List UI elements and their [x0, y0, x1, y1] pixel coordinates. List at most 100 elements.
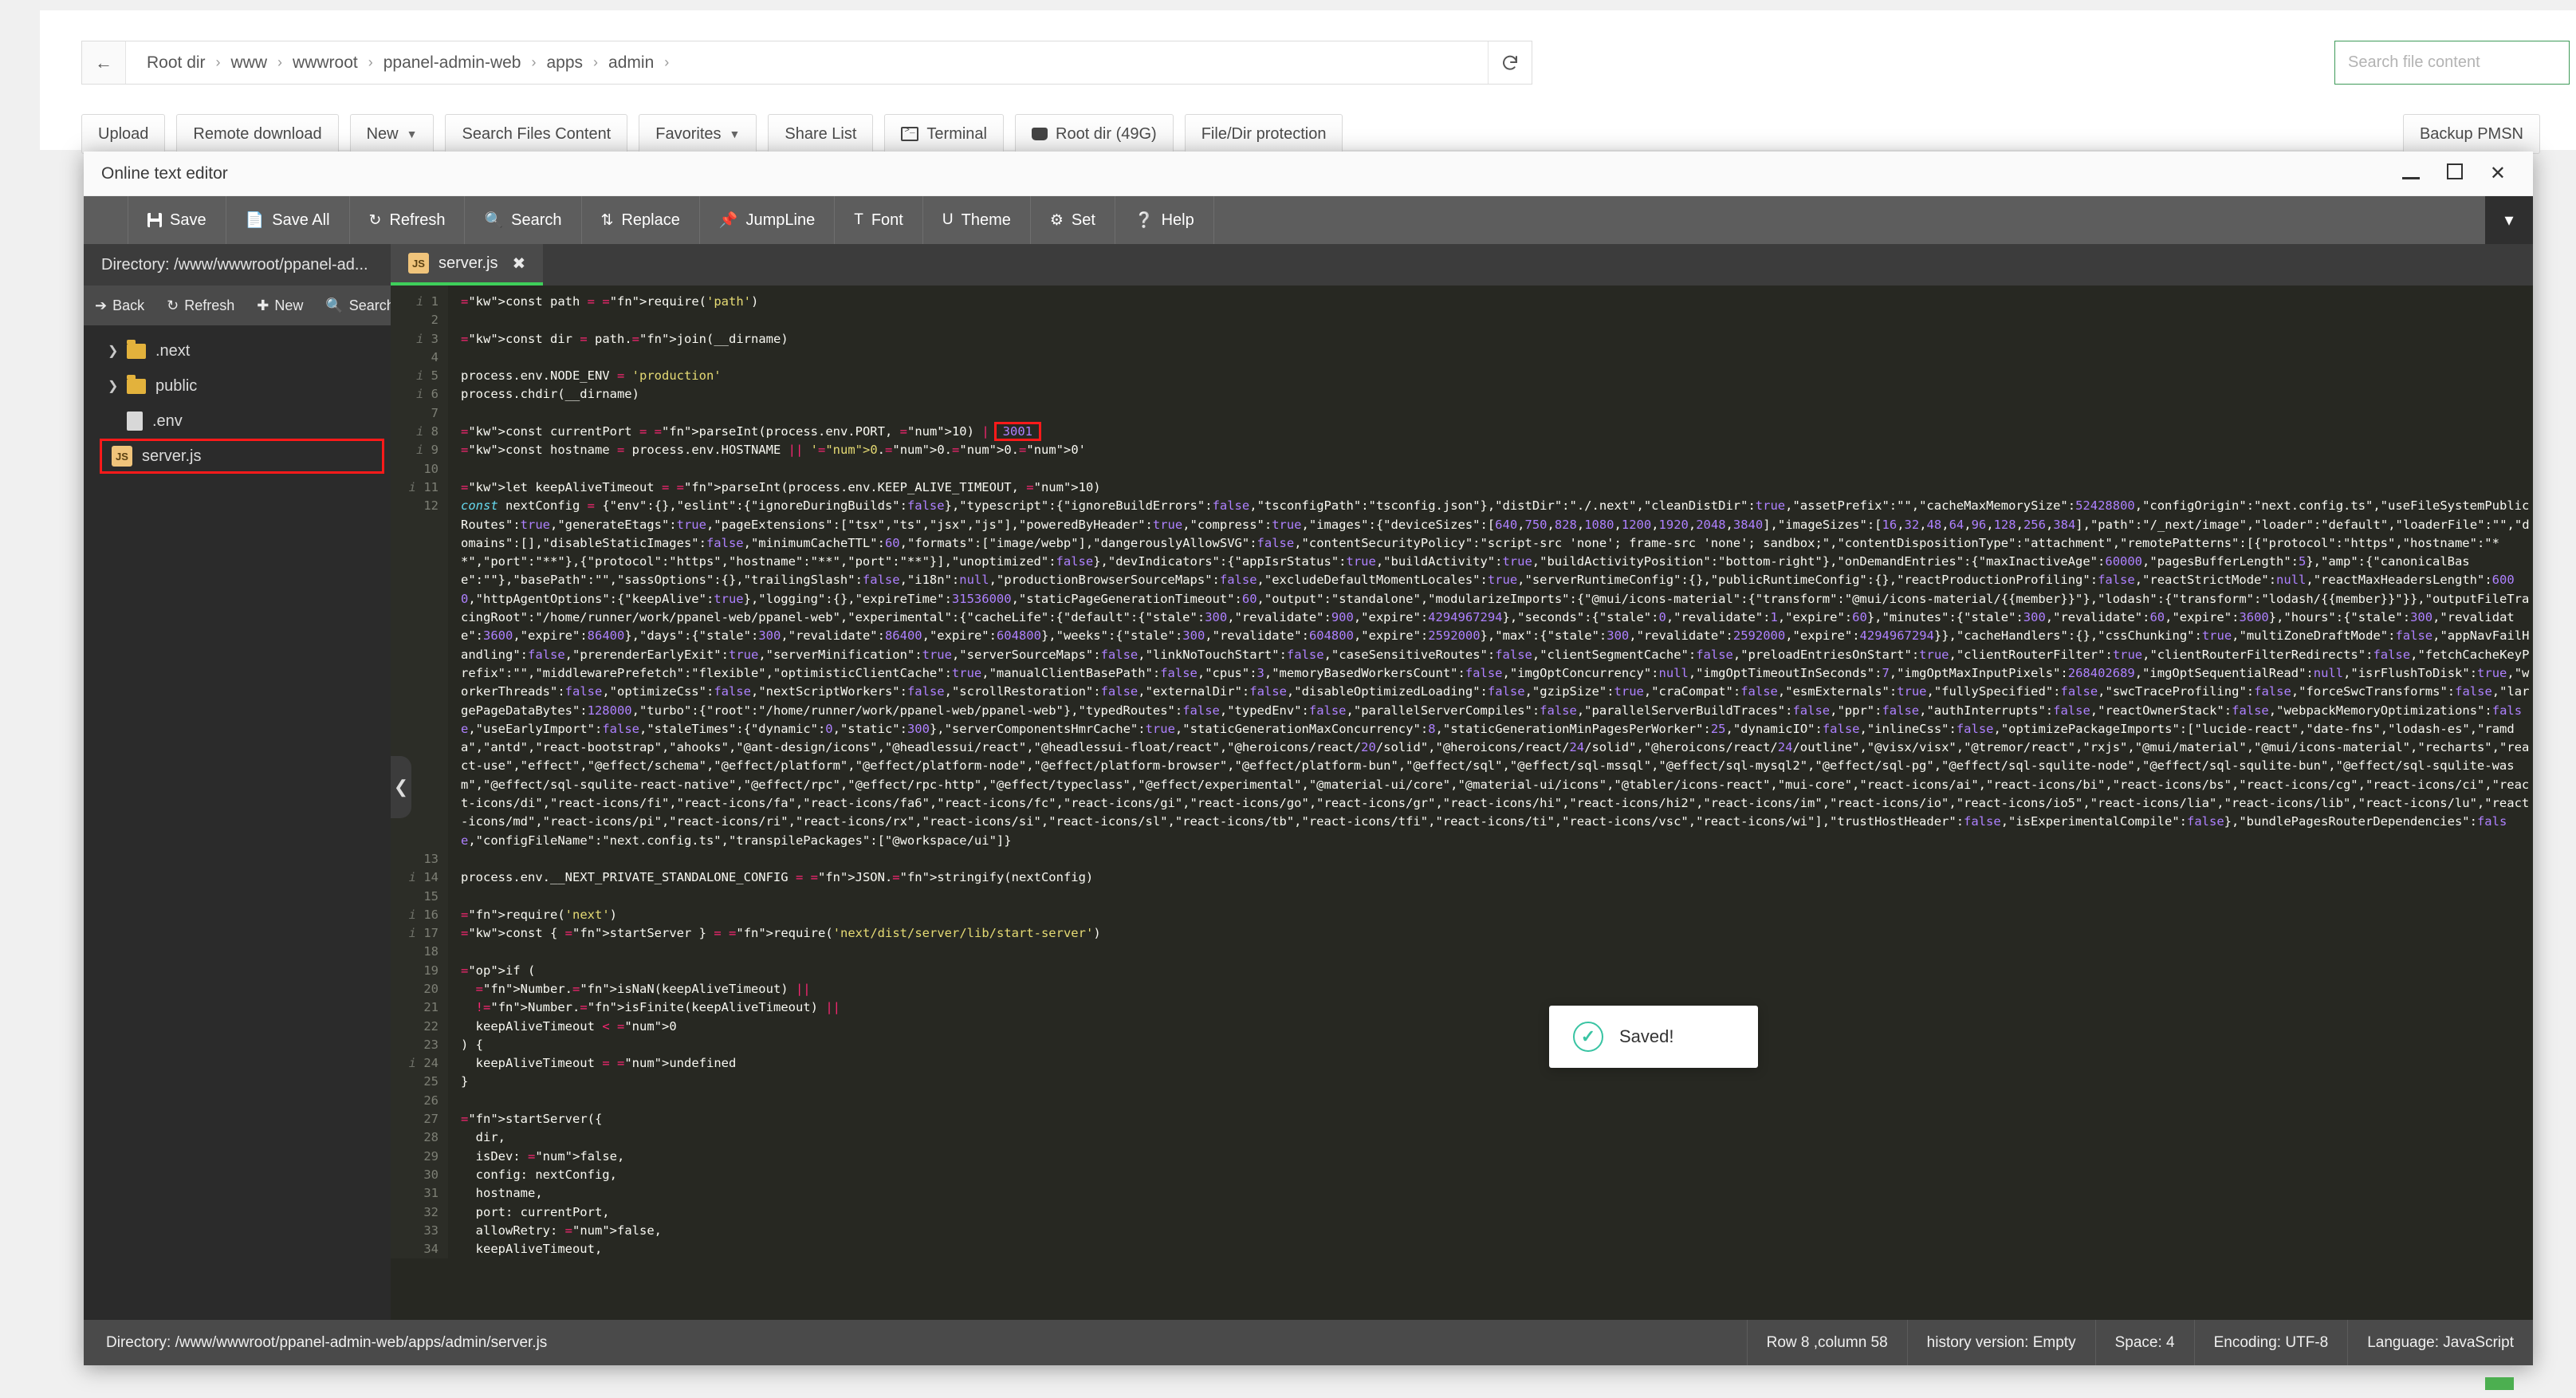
breadcrumb-segment-www[interactable]: www [226, 53, 273, 73]
folder-icon [127, 339, 146, 359]
editor-file-sidebar: Directory: /www/wwwroot/ppanel-ad... ➔ Ba… [84, 244, 395, 1320]
sidebar-back-button[interactable]: ➔ Back [84, 297, 155, 314]
search-file-content-input[interactable]: Search file content [2334, 41, 2570, 85]
editor-body: Directory: /www/wwwroot/ppanel-ad... ➔ Ba… [84, 244, 2533, 1320]
backup-pmsn-button[interactable]: Backup PMSN [2402, 114, 2540, 154]
magnifier-icon: 🔍 [325, 297, 344, 313]
terminal-button[interactable]: Terminal [884, 114, 1004, 154]
file-dir-protection-button[interactable]: File/Dir protection [1184, 114, 1343, 154]
new-button[interactable]: New ▼ [349, 114, 435, 154]
chevron-right-icon: › [664, 54, 670, 70]
search-files-content-button[interactable]: Search Files Content [445, 114, 628, 154]
chevron-right-icon[interactable]: ❯ [108, 343, 118, 359]
refresh-icon: ↻ [368, 211, 382, 229]
share-list-button[interactable]: Share List [768, 114, 874, 154]
root-dir-label: Root dir (49G) [1056, 124, 1157, 143]
editor-replace-button[interactable]: ⇅ Replace [582, 196, 700, 244]
chevron-right-icon: › [531, 54, 537, 70]
top-panel: ← Root dir › www › wwwroot › ppanel-admi… [40, 10, 2576, 154]
editor-status-bar: Directory: /www/wwwroot/ppanel-admin-web… [84, 1320, 2533, 1365]
file-dir-protection-label: File/Dir protection [1201, 124, 1327, 143]
breadcrumb-segment-admin[interactable]: admin [604, 53, 659, 73]
favorites-label: Favorites [655, 124, 722, 143]
breadcrumb-segment-ppanel-admin-web[interactable]: ppanel-admin-web [379, 53, 526, 73]
port-highlight: 3001 [993, 422, 1041, 442]
sidebar-new-button[interactable]: ✚ New [246, 297, 314, 314]
js-file-icon: JS [112, 446, 132, 467]
remote-download-button[interactable]: Remote download [176, 114, 339, 154]
backup-pmsn-label: Backup PMSN [2419, 124, 2523, 143]
terminal-icon [901, 126, 919, 141]
search-placeholder: Search file content [2348, 53, 2480, 71]
favorites-button[interactable]: Favorites ▼ [639, 114, 757, 154]
js-file-icon: JS [408, 253, 429, 274]
root-dir-button[interactable]: Root dir (49G) [1015, 114, 1174, 154]
close-icon[interactable]: ✕ [2490, 163, 2506, 183]
file-tree-item-env[interactable]: .env [84, 404, 391, 439]
editor-font-button[interactable]: T Font [835, 196, 923, 244]
editor-set-button[interactable]: ⚙ Set [1031, 196, 1115, 244]
editor-help-label: Help [1161, 211, 1194, 229]
chevron-right-icon[interactable]: ❯ [108, 378, 118, 394]
replace-icon: ⇅ [600, 211, 614, 229]
file-tree-item-label: .next [155, 341, 191, 360]
file-tree-item-public[interactable]: ❯ public [84, 368, 391, 404]
online-text-editor-dialog: Online text editor ✕ Save 📄 Save All ↻ Ref… [84, 152, 2533, 1365]
editor-menubar: Save 📄 Save All ↻ Refresh 🔍 Search ⇅ Replace… [84, 196, 2533, 244]
code-editor[interactable]: ❮ i 12i 34i 5i 67i 8i 9 10 i 11 12 13 i 14 15… [391, 286, 2533, 1320]
file-tree-item-label: server.js [142, 447, 202, 465]
search-files-content-label: Search Files Content [462, 124, 612, 143]
close-icon[interactable]: ✖ [512, 254, 525, 274]
dialog-titlebar: Online text editor ✕ [84, 152, 2533, 196]
editor-search-button[interactable]: 🔍 Search [465, 196, 582, 244]
remote-download-label: Remote download [193, 124, 322, 143]
file-manager-page: ← Root dir › www › wwwroot › ppanel-admi… [0, 0, 2576, 1398]
breadcrumb-segment-wwwroot[interactable]: wwwroot [288, 53, 363, 73]
editor-save-all-button[interactable]: 📄 Save All [226, 196, 350, 244]
minimize-icon[interactable] [2401, 164, 2420, 183]
editor-theme-button[interactable]: U Theme [923, 196, 1031, 244]
check-circle-icon: ✓ [1573, 1022, 1603, 1052]
file-tree-item-label: public [155, 376, 198, 395]
editor-refresh-label: Refresh [389, 211, 446, 229]
maximize-icon[interactable] [2446, 163, 2463, 183]
status-items: Row 8 ,column 58 history version: Empty … [1746, 1320, 2533, 1365]
editor-jumpline-button[interactable]: 📌 JumpLine [700, 196, 836, 244]
toast-message: Saved! [1619, 1026, 1674, 1046]
editor-save-label: Save [170, 211, 206, 229]
dialog-title: Online text editor [101, 163, 228, 183]
code-text[interactable]: ="kw">const path = ="fn">require('path')… [448, 286, 2533, 1258]
magnifier-icon: 🔍 [484, 212, 504, 229]
chevron-right-icon: › [277, 54, 283, 70]
back-arrow-icon[interactable]: ← [82, 41, 126, 84]
sidebar-refresh-button[interactable]: ↻ Refresh [155, 297, 246, 314]
tab-server-js[interactable]: JS server.js ✖ [391, 244, 544, 286]
sidebar-search-label: Search [348, 297, 395, 313]
status-directory: Directory: /www/wwwroot/ppanel-admin-web… [106, 1333, 548, 1351]
breadcrumb-items: Root dir › www › wwwroot › ppanel-admin-… [126, 41, 1488, 84]
upload-button[interactable]: Upload [81, 114, 166, 154]
chevron-right-icon: › [368, 54, 373, 70]
chevron-left-icon[interactable]: ❮ [391, 756, 411, 818]
status-language: Language: JavaScript [2347, 1320, 2533, 1365]
breadcrumb: ← Root dir › www › wwwroot › ppanel-admi… [81, 41, 1532, 85]
save-all-icon: 📄 [245, 212, 265, 229]
chevron-down-icon[interactable]: ▾ [2485, 196, 2533, 244]
editor-search-label: Search [511, 211, 562, 229]
magnet-icon: U [942, 211, 954, 228]
file-tree-item-label: .env [152, 412, 183, 430]
editor-save-all-label: Save All [272, 211, 330, 229]
file-tree-item-server-js[interactable]: JS server.js [100, 439, 384, 474]
editor-save-button[interactable]: Save [128, 196, 226, 244]
file-tree-item-next[interactable]: ❯ .next [84, 333, 391, 368]
status-space: Space: 4 [2094, 1320, 2194, 1365]
floppy-icon [147, 213, 162, 227]
editor-refresh-button[interactable]: ↻ Refresh [350, 196, 466, 244]
tab-label: server.js [439, 254, 498, 272]
breadcrumb-segment-apps[interactable]: apps [542, 53, 588, 73]
refresh-icon[interactable] [1488, 41, 1532, 84]
breadcrumb-segment-root[interactable]: Root dir [142, 53, 210, 73]
editor-help-button[interactable]: ❔ Help [1115, 196, 1214, 244]
editor-main: JS server.js ✖ ❮ i 12i 34i 5i 67i 8i 9 10… [391, 244, 2533, 1320]
chevron-right-icon: › [215, 54, 221, 70]
